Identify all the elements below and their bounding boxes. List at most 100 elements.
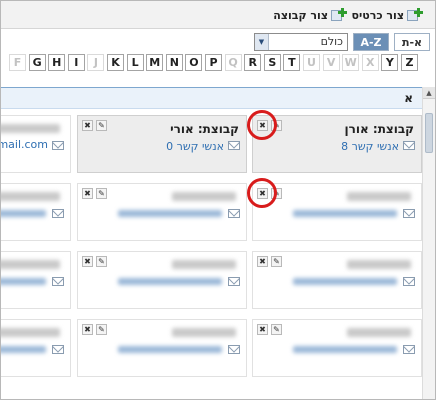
add-card-icon xyxy=(407,8,423,22)
contact-email[interactable] xyxy=(293,346,397,353)
delete-icon[interactable]: ✖ xyxy=(82,324,93,335)
contact-card[interactable]: ✖✎ xyxy=(1,319,71,377)
delete-icon[interactable]: ✖ xyxy=(257,324,268,335)
group-contacts-link[interactable]: 0 אנשי קשר xyxy=(166,140,224,153)
letter-filter-l[interactable]: L xyxy=(126,54,144,71)
delete-icon[interactable]: ✖ xyxy=(82,120,93,131)
sort-hebrew-button[interactable]: א-ת xyxy=(394,33,430,51)
contact-name xyxy=(1,260,60,269)
letter-filter-j: J xyxy=(87,54,105,71)
new-group-label: צור קבוצה xyxy=(273,8,328,22)
delete-icon[interactable]: ✖ xyxy=(82,256,93,267)
contact-email[interactable] xyxy=(293,278,397,285)
contact-email[interactable] xyxy=(1,278,46,285)
letter-bar: FGHIJKLMNOPQRSTUVWXYZ xyxy=(1,54,435,74)
group-card[interactable]: ✖ ✎ קבוצת: אורי 0 אנשי קשר xyxy=(77,115,247,173)
contact-name xyxy=(1,328,60,337)
new-card-label: צור כרטיס xyxy=(351,8,404,22)
letter-filter-y[interactable]: Y xyxy=(381,54,399,71)
highlight-circle xyxy=(247,110,277,140)
mail-icon[interactable] xyxy=(228,141,240,150)
contact-card[interactable]: ✖✎ xyxy=(252,251,422,309)
contact-name xyxy=(347,328,411,337)
mail-icon[interactable] xyxy=(52,141,64,150)
contact-card[interactable]: mail.com xyxy=(1,115,71,173)
contact-name xyxy=(347,192,411,201)
contact-card[interactable]: ✖✎ xyxy=(252,319,422,377)
group-card[interactable]: ✖ ✎ קבוצת: אורן 8 אנשי קשר xyxy=(252,115,422,173)
letter-filter-z[interactable]: Z xyxy=(401,54,418,71)
add-group-icon xyxy=(331,8,347,22)
mail-icon[interactable] xyxy=(52,209,64,218)
mail-icon[interactable] xyxy=(403,141,415,150)
contact-email[interactable]: mail.com xyxy=(1,138,48,151)
letter-filter-m[interactable]: M xyxy=(146,54,164,71)
new-group-button[interactable]: צור קבוצה xyxy=(273,6,347,24)
contact-email[interactable] xyxy=(118,210,222,217)
highlight-circle xyxy=(247,178,277,208)
edit-icon[interactable]: ✎ xyxy=(96,256,107,267)
delete-icon[interactable]: ✖ xyxy=(82,188,93,199)
letter-filter-n[interactable]: N xyxy=(165,54,183,71)
letter-filter-t[interactable]: T xyxy=(283,54,301,71)
filter-select-value: כולם xyxy=(320,35,343,48)
letter-filter-s[interactable]: S xyxy=(263,54,281,71)
contact-card[interactable]: ✖✎ xyxy=(77,251,247,309)
letter-filter-o[interactable]: O xyxy=(185,54,203,71)
edit-icon[interactable]: ✎ xyxy=(96,188,107,199)
chevron-down-icon: ▼ xyxy=(255,34,269,50)
edit-icon[interactable]: ✎ xyxy=(96,120,107,131)
contact-card[interactable]: ✖✎ xyxy=(77,183,247,241)
group-contacts-link[interactable]: 8 אנשי קשר xyxy=(341,140,399,153)
letter-filter-i[interactable]: I xyxy=(67,54,85,71)
contact-card[interactable]: ✖✎ xyxy=(1,251,71,309)
mail-icon[interactable] xyxy=(52,345,64,354)
section-title: א xyxy=(404,91,413,105)
contacts-window: צור כרטיס צור קבוצה א-ת A-Z ▼ כולם FGHIJ… xyxy=(0,0,436,400)
letter-filter-g[interactable]: G xyxy=(28,54,46,71)
edit-icon[interactable]: ✎ xyxy=(271,324,282,335)
contact-name xyxy=(347,260,411,269)
contact-card[interactable]: ✖✎ xyxy=(1,183,71,241)
mail-icon[interactable] xyxy=(228,345,240,354)
sort-az-button[interactable]: A-Z xyxy=(353,33,389,51)
group-name: קבוצת: אורי xyxy=(170,122,239,136)
contact-email[interactable] xyxy=(1,346,46,353)
letter-filter-p[interactable]: P xyxy=(205,54,222,71)
scrollbar[interactable]: ▲ xyxy=(422,87,435,399)
mail-icon[interactable] xyxy=(403,277,415,286)
letter-filter-k[interactable]: K xyxy=(107,54,124,71)
toolbar: צור כרטיס צור קבוצה xyxy=(1,1,435,29)
filter-select[interactable]: ▼ כולם xyxy=(254,33,348,51)
contact-name xyxy=(172,328,236,337)
edit-icon[interactable]: ✎ xyxy=(96,324,107,335)
contact-email[interactable] xyxy=(118,278,222,285)
contact-email[interactable] xyxy=(118,346,222,353)
contact-name xyxy=(172,260,236,269)
letter-filter-h[interactable]: H xyxy=(48,54,66,71)
filter-row: א-ת A-Z ▼ כולם xyxy=(1,30,435,52)
section-header: א xyxy=(1,87,423,109)
letter-filter-r[interactable]: R xyxy=(244,54,262,71)
edit-icon[interactable]: ✎ xyxy=(271,256,282,267)
mail-icon[interactable] xyxy=(52,277,64,286)
contact-name xyxy=(1,192,60,201)
letter-filter-q: Q xyxy=(224,54,242,71)
group-name: קבוצת: אורן xyxy=(344,122,414,136)
letter-filter-f: F xyxy=(9,54,26,71)
new-card-button[interactable]: צור כרטיס xyxy=(352,6,423,24)
contact-card[interactable]: ✖✎ xyxy=(77,319,247,377)
letter-filter-u: U xyxy=(303,54,320,71)
letter-filter-x: X xyxy=(361,54,379,71)
scroll-up-icon[interactable]: ▲ xyxy=(423,87,435,99)
delete-icon[interactable]: ✖ xyxy=(257,256,268,267)
scroll-thumb[interactable] xyxy=(425,113,433,153)
mail-icon[interactable] xyxy=(228,277,240,286)
mail-icon[interactable] xyxy=(228,209,240,218)
mail-icon[interactable] xyxy=(403,345,415,354)
contact-email[interactable] xyxy=(1,210,46,217)
contact-card[interactable]: ✖✎ xyxy=(252,183,422,241)
letter-filter-v: V xyxy=(322,54,340,71)
contact-email[interactable] xyxy=(293,210,397,217)
mail-icon[interactable] xyxy=(403,209,415,218)
